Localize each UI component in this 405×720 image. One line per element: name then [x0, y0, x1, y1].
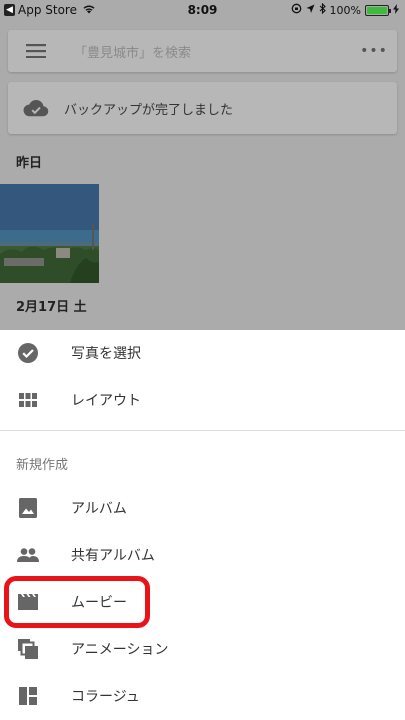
search-bar[interactable]: 「豊見城市」を検索 ••• — [8, 30, 397, 72]
back-to-app-badge[interactable]: ◀ — [4, 4, 15, 16]
bluetooth-icon — [319, 2, 326, 17]
check-circle-icon — [17, 342, 39, 364]
menu-item-album[interactable]: アルバム — [0, 485, 405, 531]
movie-highlight-annotation — [4, 576, 150, 628]
create-new-header: 新規作成 — [16, 458, 69, 473]
section-header-date: 2月17日 土 — [16, 300, 87, 315]
battery-icon — [365, 4, 391, 16]
back-to-app-label[interactable]: App Store — [18, 3, 77, 17]
menu-item-shared-album[interactable]: 共有アルバム — [0, 532, 405, 578]
charging-icon — [393, 3, 399, 17]
cloud-done-icon — [8, 99, 64, 117]
sheet-divider — [0, 430, 405, 431]
status-left: ◀ App Store — [0, 3, 96, 17]
search-input[interactable]: 「豊見城市」を検索 — [64, 42, 351, 61]
wifi-icon — [82, 3, 96, 17]
menu-item-label: 写真を選択 — [71, 346, 141, 362]
menu-item-collage[interactable]: コラージュ — [0, 673, 405, 719]
menu-item-label: アルバム — [71, 501, 127, 517]
photo-thumbnail[interactable] — [0, 184, 99, 283]
people-icon — [17, 544, 39, 566]
orientation-lock-icon — [291, 3, 302, 17]
battery-percent: 100% — [329, 3, 361, 17]
grid-icon — [17, 389, 39, 411]
menu-item-layout[interactable]: レイアウト — [0, 377, 405, 423]
menu-item-animation[interactable]: アニメーション — [0, 626, 405, 672]
dimmed-photos-view[interactable]: 「豊見城市」を検索 ••• バックアップが完了しました 昨日 2月17日 土 — [0, 20, 405, 330]
status-right: 100% — [291, 2, 405, 17]
menu-item-label: アニメーション — [71, 642, 169, 658]
backup-status-card: バックアップが完了しました — [8, 82, 397, 134]
menu-item-label: 共有アルバム — [71, 548, 155, 564]
collage-icon — [17, 685, 39, 707]
more-options-icon[interactable]: ••• — [351, 43, 397, 59]
hamburger-menu-icon[interactable] — [8, 44, 64, 58]
menu-item-label: レイアウト — [71, 393, 141, 409]
photo-album-icon — [17, 497, 39, 519]
action-bottom-sheet: 写真を選択 レイアウト 新規作成 アルバム 共有アルバム ムービー アニメーショ… — [0, 330, 405, 720]
backup-status-text: バックアップが完了しました — [64, 102, 234, 118]
animation-icon — [17, 638, 39, 660]
location-icon — [306, 4, 315, 17]
status-bar: ◀ App Store 8:09 100% — [0, 0, 405, 20]
menu-item-select-photos[interactable]: 写真を選択 — [0, 330, 405, 376]
menu-item-label: コラージュ — [71, 689, 140, 705]
section-header-yesterday: 昨日 — [16, 156, 43, 171]
